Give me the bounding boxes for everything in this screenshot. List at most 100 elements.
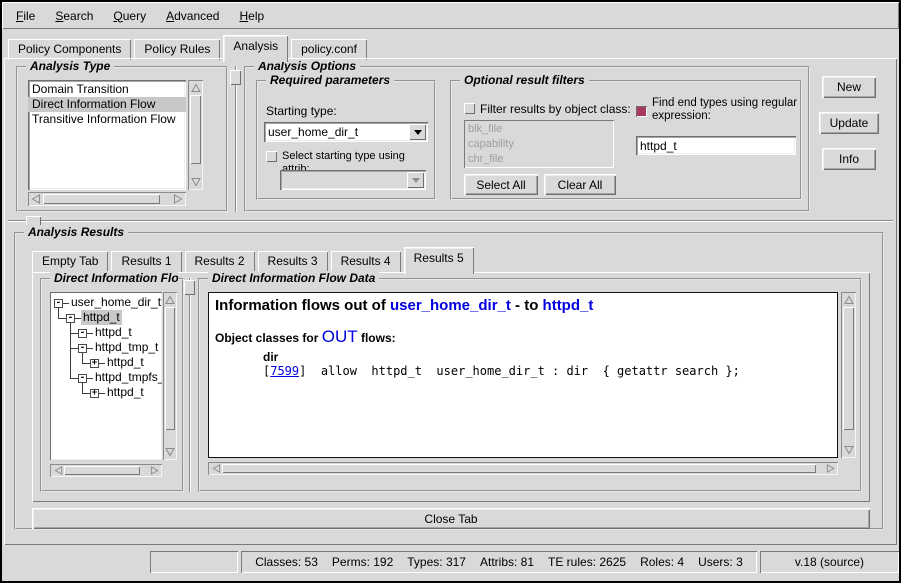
regex-checkbox[interactable] [636,106,647,117]
chevron-down-icon[interactable] [407,172,424,188]
clear-all-button[interactable]: Clear All [544,174,616,195]
data-hscrollbar[interactable] [208,462,838,475]
tree-expander-icon[interactable]: - [78,329,87,338]
menu-item-label: Query [113,9,146,23]
select-all-button[interactable]: Select All [464,174,538,195]
scroll-left-icon[interactable] [29,193,43,205]
info-button[interactable]: Info [822,148,876,170]
flow-data-textarea[interactable]: Information flows out of user_home_dir_t… [208,292,838,458]
analysis-type-item[interactable]: Direct Information Flow [28,97,186,112]
analysis-type-listbox[interactable]: Domain Transition Direct Information Flo… [28,80,186,190]
results-content-frame: Direct Information Flow T -user_home_dir… [32,272,870,502]
sash-handle[interactable] [230,70,241,85]
scroll-right-icon[interactable] [823,463,837,474]
starting-type-combobox[interactable]: user_home_dir_t [264,122,428,142]
analysis-type-group: Analysis Type Domain Transition Direct I… [16,66,228,212]
menu-item[interactable]: Help [229,5,274,27]
main-tab[interactable]: policy.conf [291,39,367,60]
scroll-down-icon[interactable] [842,443,855,457]
tree-expander-icon[interactable]: + [90,359,99,368]
attrib-combobox[interactable] [280,170,426,190]
scrollbar-thumb[interactable] [64,466,140,475]
pane-divider [235,66,237,212]
tree-hscrollbar[interactable] [50,464,162,477]
tree-expander-icon[interactable]: - [78,374,87,383]
scrollbar-thumb[interactable] [190,95,201,164]
menu-item[interactable]: Advanced [156,5,229,27]
tree-connector-line [82,393,90,394]
results-tab[interactable]: Empty Tab [32,251,108,272]
chevron-down-icon[interactable] [409,124,426,140]
scroll-up-icon[interactable] [842,293,855,307]
results-tab-label: Results 1 [121,254,171,268]
close-tab-button[interactable]: Close Tab [32,508,870,529]
scroll-left-icon[interactable] [209,463,223,474]
scroll-right-icon[interactable] [147,465,161,476]
scroll-up-icon[interactable] [189,81,202,95]
scrollbar-thumb[interactable] [165,307,175,430]
update-button[interactable]: Update [819,112,879,134]
tree-node-label[interactable]: httpd_t [105,355,146,370]
policy-stat: Attribs: 81 [480,555,534,569]
tree-connector-line [58,318,66,319]
results-tab[interactable]: Results 3 [258,251,328,272]
tree-node-label[interactable]: httpd_t [81,310,122,325]
tree-node-label[interactable]: httpd_tmp_t [93,340,160,355]
tree-node-label[interactable]: httpd_t [93,325,134,340]
analysis-type-vscrollbar[interactable] [188,80,203,190]
tree-expander-icon[interactable]: - [78,344,87,353]
menu-item[interactable]: File [6,5,45,27]
starting-type-label: Starting type: [266,104,337,118]
object-class-listbox[interactable]: blk_file capability chr_file [464,120,614,168]
main-tab[interactable]: Analysis [223,35,288,62]
analysis-type-item-label: Transitive Information Flow [32,112,176,126]
data-vscrollbar[interactable] [841,292,856,458]
scroll-down-icon[interactable] [189,175,202,189]
window-body: File Search Query Advanced Help Policy C… [2,2,899,581]
scroll-down-icon[interactable] [164,445,176,459]
scroll-left-icon[interactable] [51,465,65,476]
new-button[interactable]: New [822,76,876,98]
tree-expander-icon[interactable]: + [90,389,99,398]
results-tab[interactable]: Results 1 [111,251,181,272]
rule-id-link[interactable]: 7599 [270,364,299,378]
analysis-type-item[interactable]: Domain Transition [28,82,186,97]
tree-node-label[interactable]: user_home_dir_t [69,295,162,310]
optional-filters-title: Optional result filters [460,73,589,87]
scrollbar-thumb[interactable] [43,194,160,204]
regex-input[interactable]: httpd_t [636,136,796,155]
tree-expander-icon[interactable]: - [66,314,75,323]
object-class-item: chr_file [464,152,614,167]
policy-stats: Classes: 53Perms: 192Types: 317Attribs: … [241,551,757,573]
flow-tree-canvas[interactable]: -user_home_dir_t-httpd_t-httpd_t-httpd_t… [50,292,162,460]
menu-item[interactable]: Search [45,5,103,27]
scroll-up-icon[interactable] [164,293,176,307]
required-parameters-group: Required parameters Starting type: user_… [256,80,436,200]
starting-type-value[interactable]: user_home_dir_t [268,125,408,139]
tree-node-label[interactable]: httpd_t [105,385,146,400]
results-tab-label: Results 2 [195,254,245,268]
attrib-checkbox[interactable] [266,151,277,162]
main-tab[interactable]: Policy Rules [134,39,220,60]
results-tab[interactable]: Results 5 [404,247,474,274]
main-tab-label: Policy Components [18,42,121,56]
tree-node-label[interactable]: httpd_tmpfs_ [93,370,162,385]
policy-stat: Roles: 4 [640,555,684,569]
filter-by-class-checkbox[interactable] [464,103,475,114]
analysis-type-hscrollbar[interactable] [28,192,186,206]
scrollbar-thumb[interactable] [843,307,854,430]
tree-vscrollbar[interactable] [163,292,177,460]
menu-item[interactable]: Query [103,5,156,27]
required-parameters-title: Required parameters [266,73,394,87]
main-tab[interactable]: Policy Components [8,39,131,60]
filter-by-class-label: Filter results by object class: [480,103,631,116]
results-tab[interactable]: Results 2 [185,251,255,272]
analysis-type-item[interactable]: Transitive Information Flow [28,112,186,127]
rule-line: [7599] allow httpd_t user_home_dir_t : d… [263,364,831,378]
scrollbar-thumb[interactable] [222,464,816,473]
scroll-right-icon[interactable] [171,193,185,205]
sash-handle[interactable] [184,280,195,295]
policy-stat: Types: 317 [407,555,466,569]
results-tab[interactable]: Results 4 [331,251,401,272]
tree-expander-icon[interactable]: - [54,299,63,308]
